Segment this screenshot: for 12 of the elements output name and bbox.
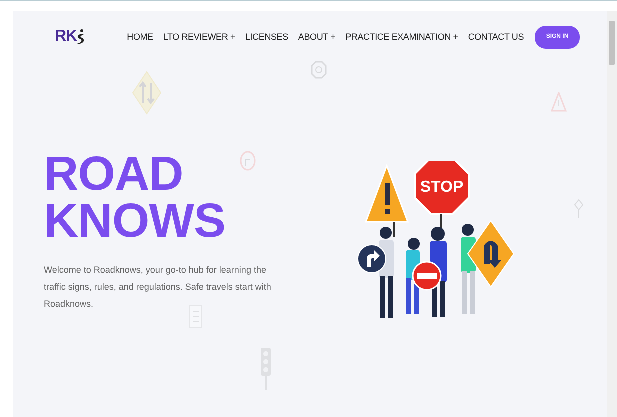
traffic-signs-drawing: STOP (354, 161, 519, 341)
logo[interactable]: RK (55, 28, 84, 46)
nav-link[interactable]: HOME (127, 32, 154, 42)
intro-text: Welcome to Roadknows, your go-to hub for learning the traffic signs, rules, and regulations. Safe travels start with Roadknows. (44, 264, 272, 311)
nav-link[interactable]: CONTACT US (468, 32, 524, 42)
hero-title: KNOWS (44, 198, 226, 245)
nav-link[interactable]: LTO REVIEWER + (163, 32, 236, 42)
hero-title: ROAD (44, 151, 184, 198)
nav-link[interactable]: ABOUT + (298, 32, 336, 42)
nav-link[interactable]: PRACTICE EXAMINATION + (346, 32, 458, 42)
logo-text: RK (55, 28, 78, 46)
nav-link[interactable]: LICENSES (246, 32, 288, 42)
